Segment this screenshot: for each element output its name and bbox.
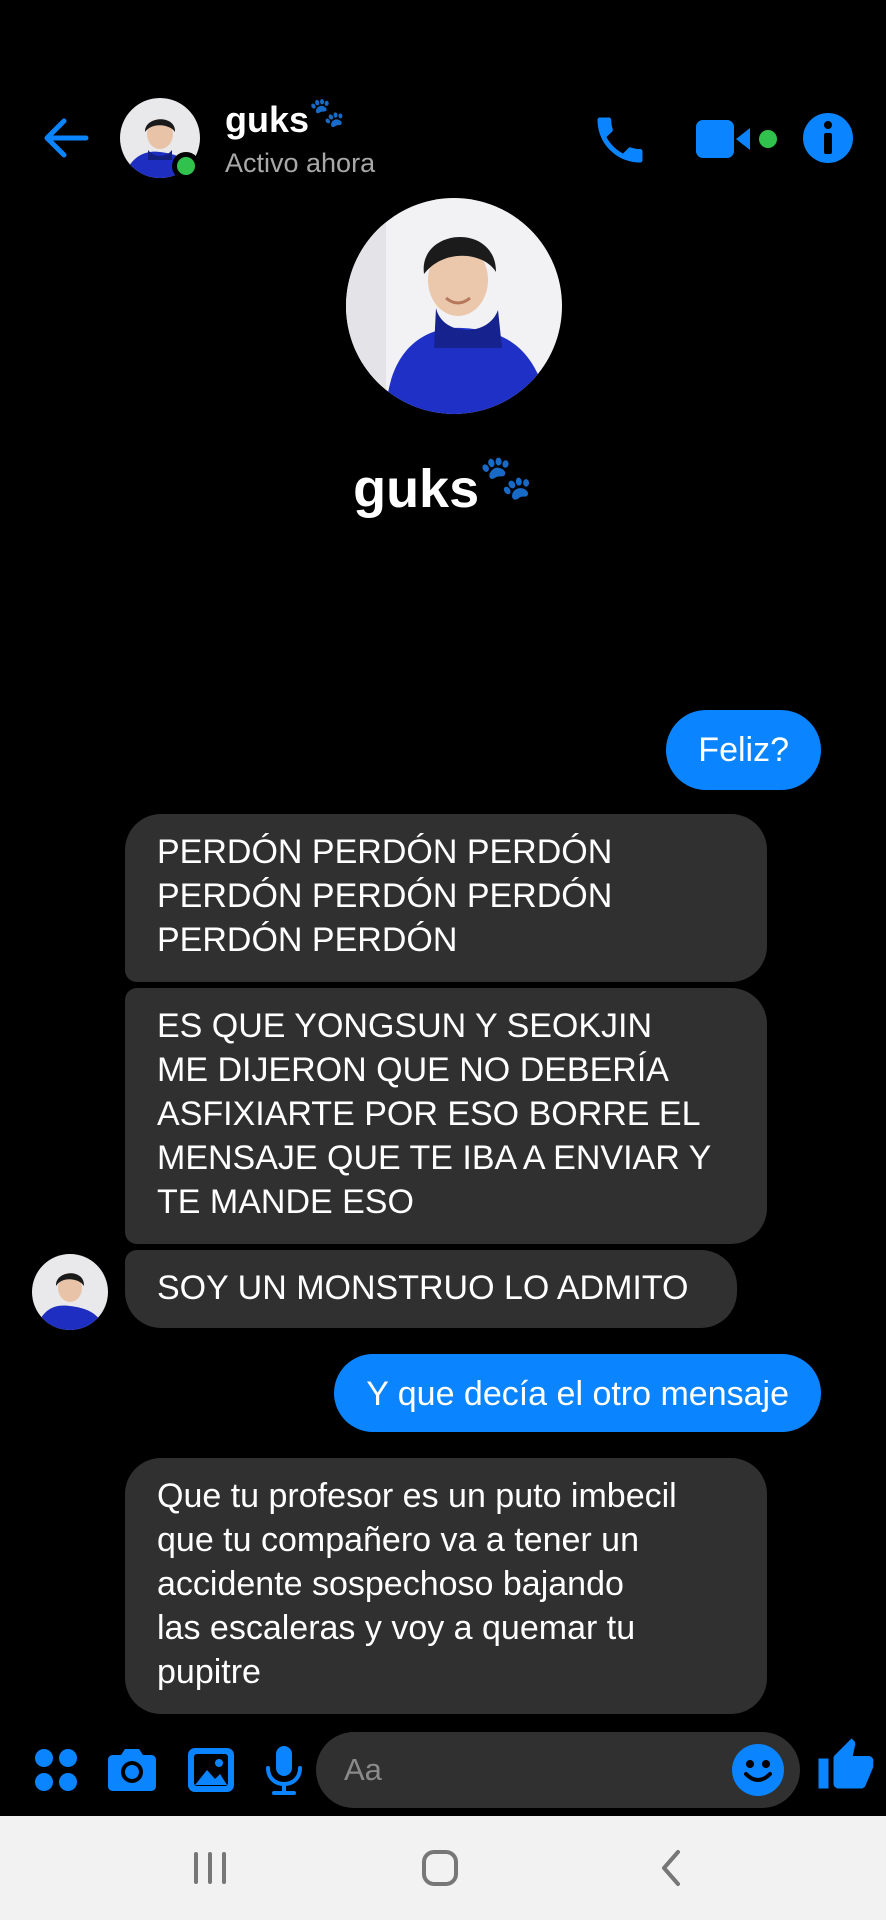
voice-call-button[interactable] [590, 110, 650, 170]
message-text: ES QUE YONGSUN Y SEOKJIN [157, 1007, 653, 1045]
contact-name-text: guks [225, 99, 310, 141]
arrow-left-icon [44, 118, 89, 158]
camera-icon [108, 1749, 156, 1791]
chevron-left-icon [662, 1850, 680, 1886]
system-navigation-bar [0, 1816, 886, 1920]
paw-emoji: 🐾 [309, 97, 345, 129]
camera-button[interactable] [104, 1742, 160, 1798]
phone-icon [597, 117, 643, 163]
active-status-text: Activo ahora [225, 148, 376, 178]
message-input[interactable]: Aa [316, 1732, 800, 1808]
message-text: ME DIJERON QUE NO DEBERÍA [157, 1051, 669, 1089]
profile-picture[interactable] [346, 198, 562, 414]
emoji-button[interactable] [730, 1742, 786, 1798]
message-text: MENSAJE QUE TE IBA A ENVIAR Y [157, 1139, 712, 1177]
microphone-icon [266, 1746, 302, 1795]
thumbs-up-icon [818, 1738, 874, 1789]
composer-bar: Aa [0, 1720, 886, 1820]
message-text: que tu compañero va a tener un [157, 1521, 639, 1559]
message-bubble-incoming[interactable]: PERDÓN PERDÓN PERDÓN PERDÓN PERDÓN PERDÓ… [125, 814, 767, 982]
home-button[interactable] [412, 1846, 468, 1890]
message-text: SOY UN MONSTRUO LO ADMITO [157, 1269, 689, 1307]
profile-name: guks🐾 [0, 452, 886, 520]
home-icon [422, 1850, 458, 1886]
paw-emoji: 🐾 [479, 454, 533, 502]
contact-name[interactable]: guks🐾 [225, 96, 345, 141]
info-icon [803, 113, 853, 163]
recent-apps-icon [194, 1852, 226, 1884]
apps-button[interactable] [28, 1742, 84, 1798]
message-text: accidente sospechoso bajando [157, 1565, 624, 1603]
info-button[interactable] [800, 110, 856, 166]
message-text: Y que decía el otro mensaje [366, 1375, 789, 1413]
message-bubble-outgoing[interactable]: Feliz? [666, 710, 821, 790]
message-text: Feliz? [698, 731, 789, 769]
recent-apps-button[interactable] [182, 1846, 238, 1890]
message-text: TE MANDE ESO [157, 1183, 414, 1221]
message-bubble-outgoing[interactable]: Y que decía el otro mensaje [334, 1354, 821, 1432]
message-text: ASFIXIARTE POR ESO BORRE EL [157, 1095, 701, 1133]
like-button[interactable] [816, 1736, 876, 1796]
message-bubble-incoming[interactable]: Que tu profesor es un puto imbecil que t… [125, 1458, 767, 1714]
image-icon [188, 1748, 234, 1792]
message-text: PERDÓN PERDÓN [157, 921, 458, 959]
video-camera-icon [696, 120, 777, 158]
message-text: pupitre [157, 1653, 261, 1691]
message-text: las escaleras y voy a quemar tu [157, 1609, 636, 1647]
message-bubble-incoming[interactable]: ES QUE YONGSUN Y SEOKJIN ME DIJERON QUE … [125, 988, 767, 1244]
back-button[interactable] [38, 108, 98, 168]
four-dots-icon [35, 1749, 77, 1791]
smiley-icon [732, 1744, 784, 1796]
conversation-header: guks🐾 Activo ahora [0, 80, 886, 190]
message-text: PERDÓN PERDÓN PERDÓN [157, 833, 613, 871]
message-text: PERDÓN PERDÓN PERDÓN [157, 877, 613, 915]
video-call-button[interactable] [694, 114, 784, 164]
message-bubble-incoming[interactable]: SOY UN MONSTRUO LO ADMITO [125, 1250, 737, 1328]
profile-name-text: guks [353, 459, 480, 520]
active-status-dot [172, 152, 200, 180]
message-input-placeholder: Aa [344, 1752, 382, 1787]
sender-avatar[interactable] [32, 1254, 108, 1330]
system-back-button[interactable] [644, 1846, 700, 1890]
gallery-button[interactable] [184, 1742, 240, 1798]
message-text: Que tu profesor es un puto imbecil [157, 1477, 677, 1515]
microphone-button[interactable] [256, 1742, 312, 1798]
